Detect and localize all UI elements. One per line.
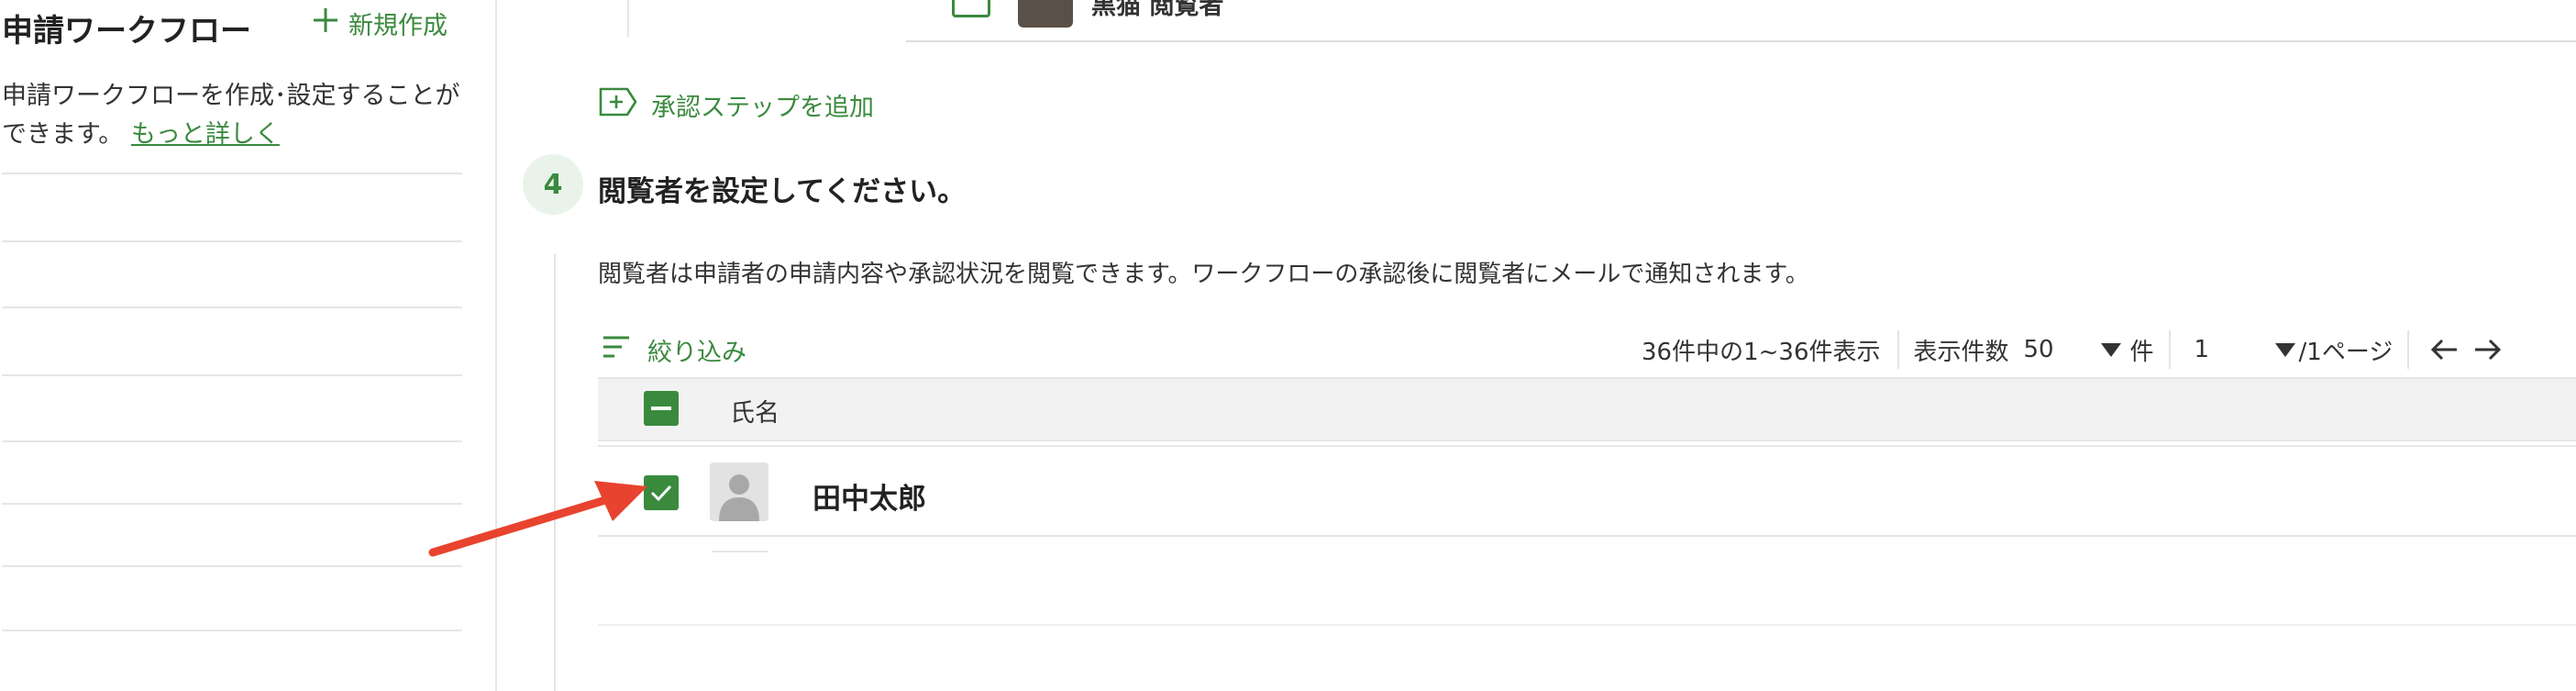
annotation-arrow-icon [428,481,647,557]
table-divider [712,551,768,552]
sidebar-divider [2,374,462,376]
step-title: 閲覧者を設定してください。 [598,175,967,208]
step-connector-line [554,253,556,691]
pager-divider [2407,330,2410,369]
per-page-value: 50 [2023,336,2054,363]
select-all-checkbox[interactable] [644,391,679,426]
plus-icon [312,6,339,40]
add-step-icon [598,86,638,124]
page-value: 1 [2194,336,2210,363]
viewer-name-partial: 黒猫 閲覧者 [1091,0,1224,20]
per-page-unit: 件 [2129,338,2154,366]
sidebar-divider [2,565,462,567]
dropdown-triangle-icon [2274,342,2295,357]
filter-icon [602,334,631,366]
sidebar-title: 申請ワークフロー [2,13,251,50]
per-page-select[interactable]: 50 [2024,336,2121,363]
new-workflow-button[interactable]: 新規作成 [312,6,448,41]
column-header-name: 氏名 [730,399,779,428]
avatar [1018,0,1073,28]
arrow-right-icon[interactable] [2473,337,2503,362]
sidebar-divider [2,306,462,308]
viewer-checkbox-partial[interactable] [952,0,990,17]
table-divider [598,624,2576,626]
step-number-badge: 4 [523,154,583,215]
table-row-divider [598,535,2576,537]
arrow-left-icon[interactable] [2429,337,2459,362]
sidebar-divider [2,240,462,242]
table-divider [598,445,2576,447]
sidebar-description: 申請ワークフローを作成･設定することができます。 もっと詳しく [2,77,460,154]
user-avatar-icon [710,463,768,521]
table-row-name: 田中太郎 [813,483,926,516]
pagination-bar: 36件中の1~36件表示 表示件数 50 件 1 /1ページ [1642,330,2503,369]
new-workflow-label: 新規作成 [348,12,448,40]
sidebar-divider [2,440,462,442]
step-connector-line [627,0,629,37]
filter-button[interactable]: 絞り込み [602,332,746,368]
filter-label: 絞り込み [647,339,746,367]
step-description: 閲覧者は申請者の申請内容や承認状況を閲覧できます。ワークフローの承認後に閲覧者に… [598,261,1809,288]
add-approval-step-label: 承認ステップを追加 [651,94,874,122]
sidebar-divider [2,173,462,174]
dropdown-triangle-icon [2100,342,2121,357]
add-approval-step-button[interactable]: 承認ステップを追加 [598,86,874,124]
table-header [598,377,2576,441]
pager-divider [1896,330,1899,369]
page-select[interactable]: 1 [2195,336,2295,363]
result-range-text: 36件中の1~36件表示 [1642,338,1881,366]
sidebar-divider [2,503,462,505]
card-divider [906,40,2576,42]
page-total-suffix: /1ページ [2298,338,2394,366]
sidebar-divider [2,630,462,631]
more-details-link[interactable]: もっと詳しく [131,120,280,149]
per-page-label: 表示件数 [1913,338,2009,366]
pager-divider [2168,330,2171,369]
